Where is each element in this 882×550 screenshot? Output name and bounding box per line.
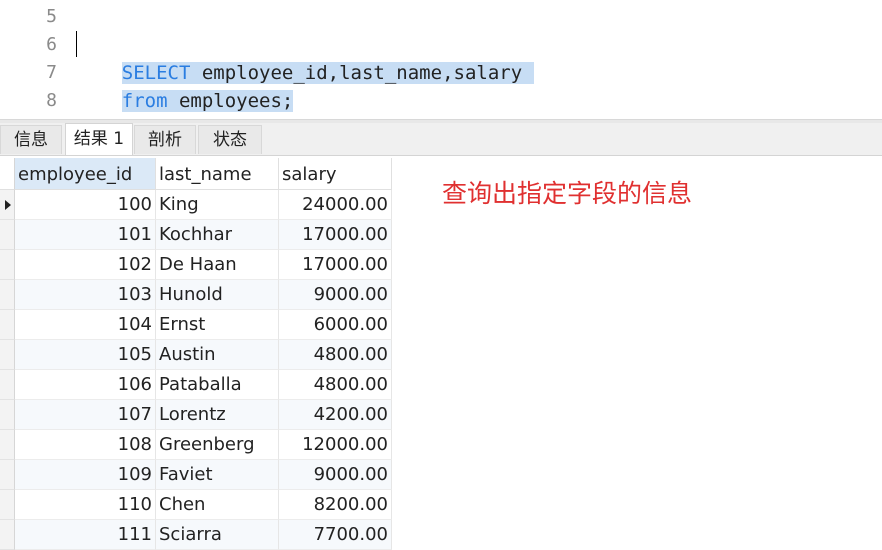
cell-salary[interactable]: 4800.00 xyxy=(279,370,392,400)
cell-last-name[interactable]: Hunold xyxy=(156,280,279,310)
cell-last-name[interactable]: Pataballa xyxy=(156,370,279,400)
cell-employee-id[interactable]: 111 xyxy=(15,520,156,550)
cell-employee-id[interactable]: 105 xyxy=(15,340,156,370)
cell-employee-id[interactable]: 106 xyxy=(15,370,156,400)
column-header-salary[interactable]: salary xyxy=(279,158,392,190)
sql-keyword: from xyxy=(121,90,168,112)
cell-salary[interactable]: 12000.00 xyxy=(279,430,392,460)
line-number: 7 xyxy=(46,62,57,83)
cell-salary[interactable]: 6000.00 xyxy=(279,310,392,340)
row-header[interactable] xyxy=(0,430,15,460)
cell-employee-id[interactable]: 101 xyxy=(15,220,156,250)
cell-employee-id[interactable]: 107 xyxy=(15,400,156,430)
result-tab-bar: 信息 结果 1 剖析 状态 xyxy=(0,123,882,156)
tab-result-1[interactable]: 结果 1 xyxy=(65,123,133,155)
row-header[interactable] xyxy=(0,190,15,220)
column-header-last-name[interactable]: last_name xyxy=(156,158,279,190)
code-line-from[interactable]: from employees; xyxy=(76,59,294,112)
tab-info[interactable]: 信息 xyxy=(0,125,62,154)
cell-last-name[interactable]: Chen xyxy=(156,490,279,520)
line-number: 6 xyxy=(46,34,57,55)
tab-profile[interactable]: 剖析 xyxy=(134,125,196,154)
cell-last-name[interactable]: Faviet xyxy=(156,460,279,490)
line-number: 5 xyxy=(46,6,57,27)
row-header[interactable] xyxy=(0,400,15,430)
cell-salary[interactable]: 4200.00 xyxy=(279,400,392,430)
row-header[interactable] xyxy=(0,520,15,550)
cell-employee-id[interactable]: 102 xyxy=(15,250,156,280)
row-header[interactable] xyxy=(0,280,15,310)
cell-last-name[interactable]: Austin xyxy=(156,340,279,370)
line-number: 8 xyxy=(46,90,57,111)
cell-salary[interactable]: 17000.00 xyxy=(279,220,392,250)
cell-last-name[interactable]: Sciarra xyxy=(156,520,279,550)
grid-corner xyxy=(0,158,15,190)
cell-employee-id[interactable]: 103 xyxy=(15,280,156,310)
cell-salary[interactable]: 9000.00 xyxy=(279,460,392,490)
row-header[interactable] xyxy=(0,460,15,490)
row-header[interactable] xyxy=(0,340,15,370)
row-header[interactable] xyxy=(0,370,15,400)
cell-salary[interactable]: 4800.00 xyxy=(279,340,392,370)
cell-salary[interactable]: 17000.00 xyxy=(279,250,392,280)
cell-employee-id[interactable]: 104 xyxy=(15,310,156,340)
row-header[interactable] xyxy=(0,490,15,520)
text-cursor xyxy=(76,31,77,57)
sql-text: employees; xyxy=(167,90,294,112)
cell-employee-id[interactable]: 109 xyxy=(15,460,156,490)
current-row-arrow-icon xyxy=(5,200,11,210)
line-number-gutter: 5 6 7 8 xyxy=(0,0,62,120)
cell-salary[interactable]: 8200.00 xyxy=(279,490,392,520)
cell-last-name[interactable]: Kochhar xyxy=(156,220,279,250)
sql-editor[interactable]: 5 6 7 8 SELECT employee_id,last_name,sal… xyxy=(0,0,882,120)
tab-status[interactable]: 状态 xyxy=(198,125,262,154)
column-header-employee-id[interactable]: employee_id xyxy=(15,158,156,190)
cell-last-name[interactable]: Greenberg xyxy=(156,430,279,460)
cell-last-name[interactable]: Lorentz xyxy=(156,400,279,430)
cell-employee-id[interactable]: 110 xyxy=(15,490,156,520)
cell-salary[interactable]: 24000.00 xyxy=(279,190,392,220)
cell-employee-id[interactable]: 108 xyxy=(15,430,156,460)
cell-last-name[interactable]: De Haan xyxy=(156,250,279,280)
annotation-text: 查询出指定字段的信息 xyxy=(442,179,693,208)
cell-salary[interactable]: 7700.00 xyxy=(279,520,392,550)
cell-last-name[interactable]: Ernst xyxy=(156,310,279,340)
code-line-select[interactable]: SELECT employee_id,last_name,salary xyxy=(76,31,534,84)
cell-salary[interactable]: 9000.00 xyxy=(279,280,392,310)
row-header[interactable] xyxy=(0,310,15,340)
cell-employee-id[interactable]: 100 xyxy=(15,190,156,220)
row-header[interactable] xyxy=(0,250,15,280)
row-header[interactable] xyxy=(0,220,15,250)
cell-last-name[interactable]: King xyxy=(156,190,279,220)
